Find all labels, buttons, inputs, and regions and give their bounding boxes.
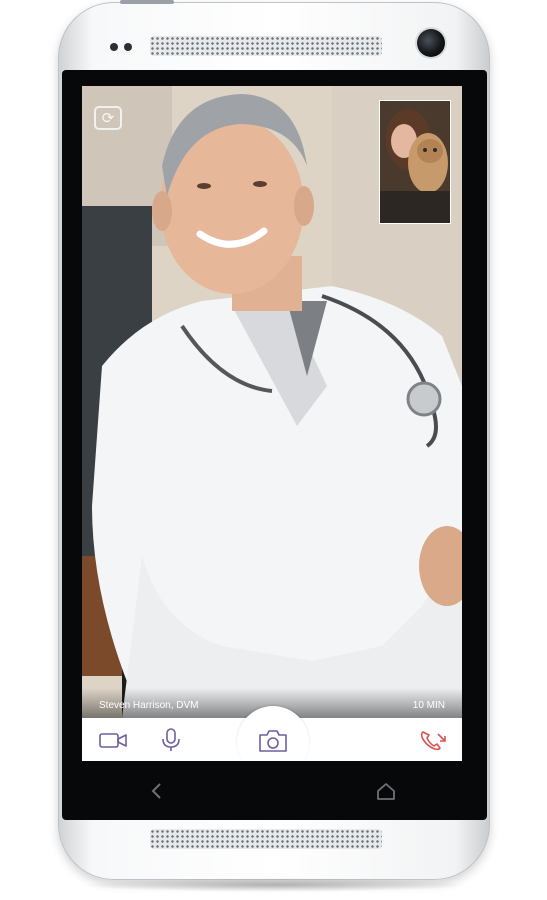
end-call-button[interactable]: [418, 728, 448, 752]
home-icon: [377, 783, 395, 800]
self-view-image: [380, 101, 450, 223]
power-button: [120, 0, 174, 4]
light-sensor: [124, 43, 132, 51]
phone-shadow: [80, 878, 470, 892]
back-arrow-icon: [151, 783, 161, 799]
microphone-icon: [162, 728, 180, 751]
caller-name: Steven Harrison, DVM: [99, 700, 199, 711]
nav-back-button[interactable]: [145, 780, 169, 802]
switch-camera-icon[interactable]: ⟳: [94, 106, 122, 130]
bottom-speaker: [150, 829, 382, 849]
video-toggle-button[interactable]: [98, 728, 128, 752]
proximity-sensor: [110, 43, 118, 51]
video-call-screen: ⟳ Steven Harrison, DVM 10 MIN: [82, 86, 462, 761]
front-camera-lens: [417, 29, 445, 57]
nav-home-button[interactable]: [374, 780, 398, 802]
self-view-video: [379, 100, 451, 224]
camera-icon: [259, 730, 287, 752]
call-duration: 10 MIN: [412, 700, 445, 711]
mute-button[interactable]: [156, 728, 186, 752]
video-camera-icon: [99, 733, 127, 748]
earpiece-speaker: [150, 36, 382, 56]
remote-video-feed: ⟳: [82, 86, 462, 718]
phone-hangup-icon: [420, 731, 446, 751]
